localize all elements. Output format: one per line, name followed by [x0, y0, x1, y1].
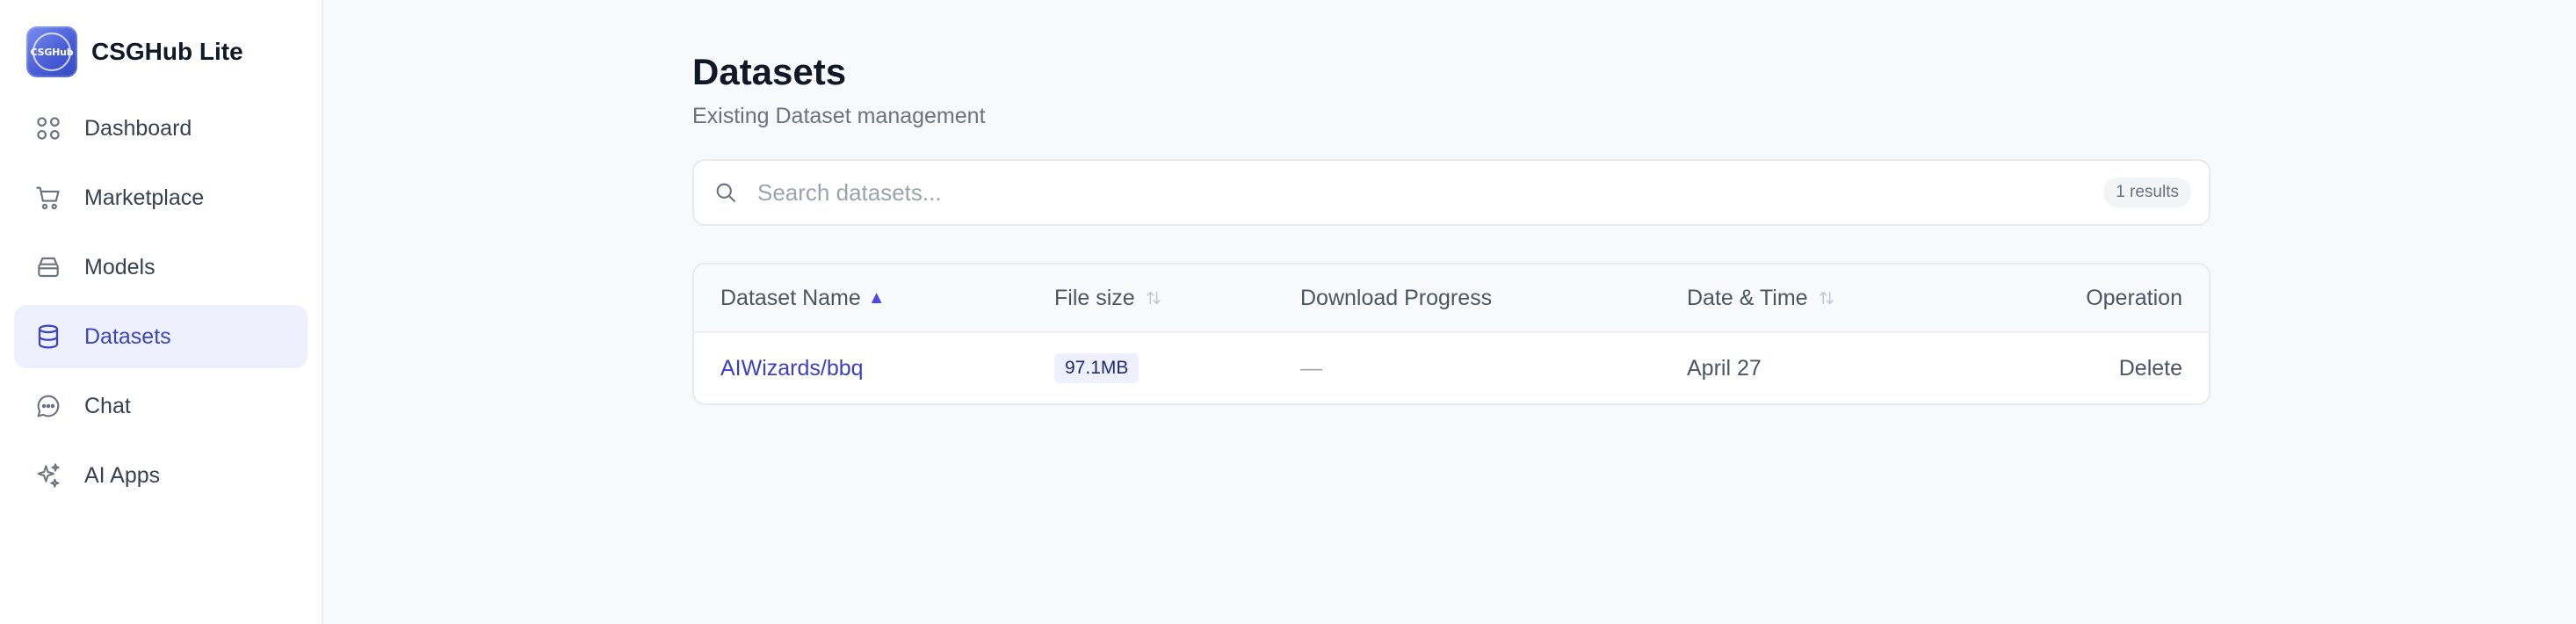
sidebar-item-label: AI Apps	[84, 462, 161, 488]
sidebar-item-dashboard[interactable]: Dashboard	[14, 97, 308, 160]
column-header-progress: Download Progress	[1300, 285, 1493, 310]
datasets-table: Dataset Name ▲ File size Download Progre…	[692, 263, 2211, 405]
csghub-logo-icon: CSGHub	[26, 26, 77, 77]
sidebar-item-label: Datasets	[84, 323, 171, 349]
dataset-name-link[interactable]: AIWizards/bbq	[720, 356, 864, 381]
sort-icon	[1819, 291, 1834, 305]
download-progress: —	[1300, 355, 1322, 381]
search-icon	[716, 183, 735, 202]
column-header-date[interactable]: Date & Time	[1687, 286, 2003, 311]
sidebar-item-ai-apps[interactable]: AI Apps	[14, 444, 308, 507]
sparkles-icon	[33, 461, 63, 490]
sidebar-item-label: Marketplace	[84, 185, 205, 210]
sidebar-nav: Dashboard Marketplace Models Datasets Ch…	[14, 97, 308, 507]
main-content: Datasets Existing Dataset management 1 r…	[323, 0, 2576, 624]
database-icon	[33, 322, 63, 352]
sort-icon	[1146, 291, 1161, 305]
sidebar-item-label: Models	[84, 254, 156, 279]
sidebar-item-models[interactable]: Models	[14, 236, 308, 299]
sidebar-item-datasets[interactable]: Datasets	[14, 305, 308, 368]
search-input[interactable]	[757, 178, 2104, 207]
page-subtitle: Existing Dataset management	[692, 104, 986, 128]
brand[interactable]: CSGHub CSGHub Lite	[14, 25, 308, 79]
column-header-operation: Operation	[2086, 285, 2182, 310]
results-count-badge: 1 results	[2103, 178, 2191, 207]
sidebar-item-label: Dashboard	[84, 115, 192, 141]
sidebar: CSGHub CSGHub Lite Dashboard Marketplace…	[0, 0, 323, 624]
column-header-size[interactable]: File size	[1054, 286, 1300, 311]
chat-icon	[33, 391, 63, 421]
page-title: Datasets	[692, 51, 847, 92]
delete-button[interactable]: Delete	[2119, 356, 2182, 381]
file-size-badge: 97.1MB	[1054, 353, 1140, 383]
brand-name: CSGHub Lite	[91, 38, 243, 65]
date-time: April 27	[1687, 355, 1762, 381]
sidebar-item-marketplace[interactable]: Marketplace	[14, 166, 308, 229]
sort-ascending-icon: ▲	[867, 287, 886, 308]
table-row: AIWizards/bbq 97.1MB — April 27 Delete	[694, 333, 2209, 403]
sidebar-item-chat[interactable]: Chat	[14, 374, 308, 438]
box-icon	[33, 252, 63, 282]
table-header: Dataset Name ▲ File size Download Progre…	[694, 265, 2209, 333]
grid-icon	[33, 113, 63, 143]
sidebar-item-label: Chat	[84, 393, 131, 418]
cart-icon	[33, 183, 63, 213]
search-box: 1 results	[692, 159, 2211, 226]
column-header-name[interactable]: Dataset Name ▲	[720, 286, 1054, 311]
app: CSGHub CSGHub Lite Dashboard Marketplace…	[0, 0, 2576, 624]
